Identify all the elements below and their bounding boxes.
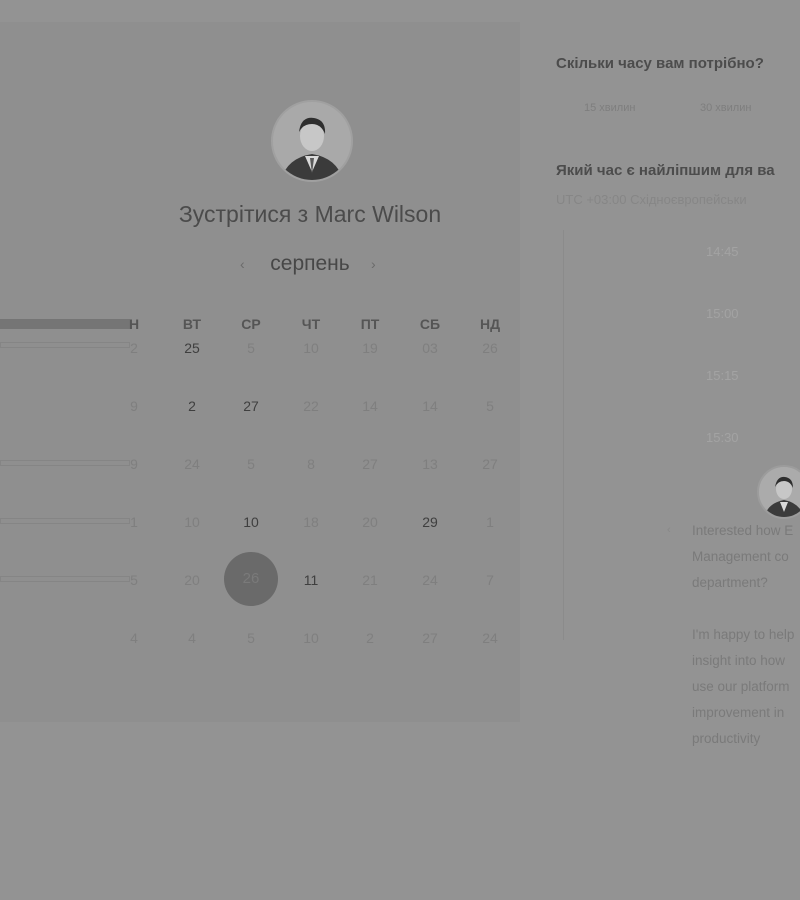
time-slot[interactable]: 15:15: [564, 352, 800, 400]
calendar-day: 14: [362, 398, 378, 414]
chat-message-1: Interested how E Management co departmen…: [692, 518, 800, 596]
month-navigator: ‹ серпень ›: [230, 252, 390, 280]
calendar-day: 19: [362, 340, 378, 356]
calendar-day: 10: [303, 630, 319, 646]
calendar-day: 24: [422, 572, 438, 588]
time-slot[interactable]: 15:30: [564, 414, 800, 462]
calendar-day: 7: [486, 572, 494, 588]
time-slot-label: 15:30: [706, 430, 739, 445]
calendar-day[interactable]: 25: [172, 340, 212, 356]
weekday-label: ПТ: [360, 316, 380, 332]
calendar-day: 2: [366, 630, 374, 646]
duration-question: Скільки часу вам потрібно?: [556, 55, 764, 72]
calendar-day: 14: [422, 398, 438, 414]
calendar-day[interactable]: 29: [410, 514, 450, 530]
chat-line: improvement in: [692, 705, 785, 720]
calendar-day: 9: [130, 398, 138, 414]
progress-bar: [0, 342, 130, 348]
calendar-day: 24: [482, 630, 498, 646]
host-avatar: [271, 100, 353, 182]
time-slot-label: 15:15: [706, 368, 739, 383]
weekday-label: ВТ: [182, 316, 202, 332]
duration-option-30[interactable]: 30 хвилин: [700, 102, 751, 114]
calendar-day: 22: [303, 398, 319, 414]
chat-line: insight into how: [692, 653, 786, 668]
chat-line: department?: [692, 575, 768, 590]
calendar-day: 20: [184, 572, 200, 588]
calendar-day: 5: [486, 398, 494, 414]
scheduler-page: ' Зустрітися з Marc Wilson ‹ серпень › Н…: [0, 0, 800, 900]
progress-bar: [0, 460, 130, 466]
calendar-day: 4: [188, 630, 196, 646]
time-slot[interactable]: 14:45: [564, 228, 800, 276]
calendar-day: 5: [247, 630, 255, 646]
time-slot[interactable]: 15:00: [564, 290, 800, 338]
chat-line: use our platform: [692, 679, 790, 694]
weekday-label: ЧТ: [301, 316, 321, 332]
calendar-day: 5: [130, 572, 138, 588]
calendar-day: 24: [184, 456, 200, 472]
calendar-day: 2: [130, 340, 138, 356]
weekday-label: СБ: [419, 316, 441, 332]
calendar-day: 26: [482, 340, 498, 356]
time-slot-label: 14:45: [706, 244, 739, 259]
calendar-day: 13: [422, 456, 438, 472]
progress-bar-filled: [0, 319, 130, 329]
calendar-day: 5: [247, 340, 255, 356]
calendar-day: 21: [362, 572, 378, 588]
calendar-day[interactable]: 11: [291, 572, 331, 588]
selected-day[interactable]: 26: [224, 552, 278, 606]
chevron-right-icon[interactable]: ›: [371, 256, 376, 272]
calendar-day: 27: [422, 630, 438, 646]
timezone-label[interactable]: UTC +03:00 Східноєвропейськи: [556, 192, 747, 207]
chat-line: I'm happy to help: [692, 627, 795, 642]
calendar-day: 27: [362, 456, 378, 472]
calendar-day: 27: [482, 456, 498, 472]
calendar-day: 20: [362, 514, 378, 530]
calendar-day[interactable]: 27: [231, 398, 271, 414]
calendar-card: [0, 22, 520, 722]
chat-avatar: [757, 465, 800, 519]
calendar-day: 9: [130, 456, 138, 472]
chat-message-2: I'm happy to help insight into how use o…: [692, 622, 800, 752]
calendar-day: 8: [307, 456, 315, 472]
month-label: серпень: [270, 252, 350, 275]
time-slot-label: 15:00: [706, 306, 739, 321]
calendar-day[interactable]: 10: [231, 514, 271, 530]
meeting-title: Зустрітися з Marc Wilson: [178, 201, 442, 227]
time-question: Який час є найліпшим для ва: [556, 162, 775, 179]
weekday-label: СР: [241, 316, 261, 332]
progress-bar: [0, 518, 130, 524]
chat-line: Management co: [692, 549, 789, 564]
chat-pointer-icon: ‹: [667, 524, 671, 536]
calendar-day: 10: [303, 340, 319, 356]
duration-option-15[interactable]: 15 хвилин: [584, 102, 635, 114]
calendar-day: 18: [303, 514, 319, 530]
calendar-day: 1: [130, 514, 138, 530]
partial-top-glyph: ': [384, 0, 386, 6]
calendar-day: 10: [184, 514, 200, 530]
weekday-label: НД: [479, 316, 501, 332]
calendar-day: 5: [247, 456, 255, 472]
calendar-day[interactable]: 2: [172, 398, 212, 414]
progress-bar: [0, 576, 130, 582]
calendar-day: 1: [486, 514, 494, 530]
calendar-day: 4: [130, 630, 138, 646]
chat-line: productivity: [692, 731, 761, 746]
weekday-label: Н: [128, 316, 140, 332]
calendar-day: 03: [422, 340, 438, 356]
chat-line: Interested how E: [692, 523, 794, 538]
